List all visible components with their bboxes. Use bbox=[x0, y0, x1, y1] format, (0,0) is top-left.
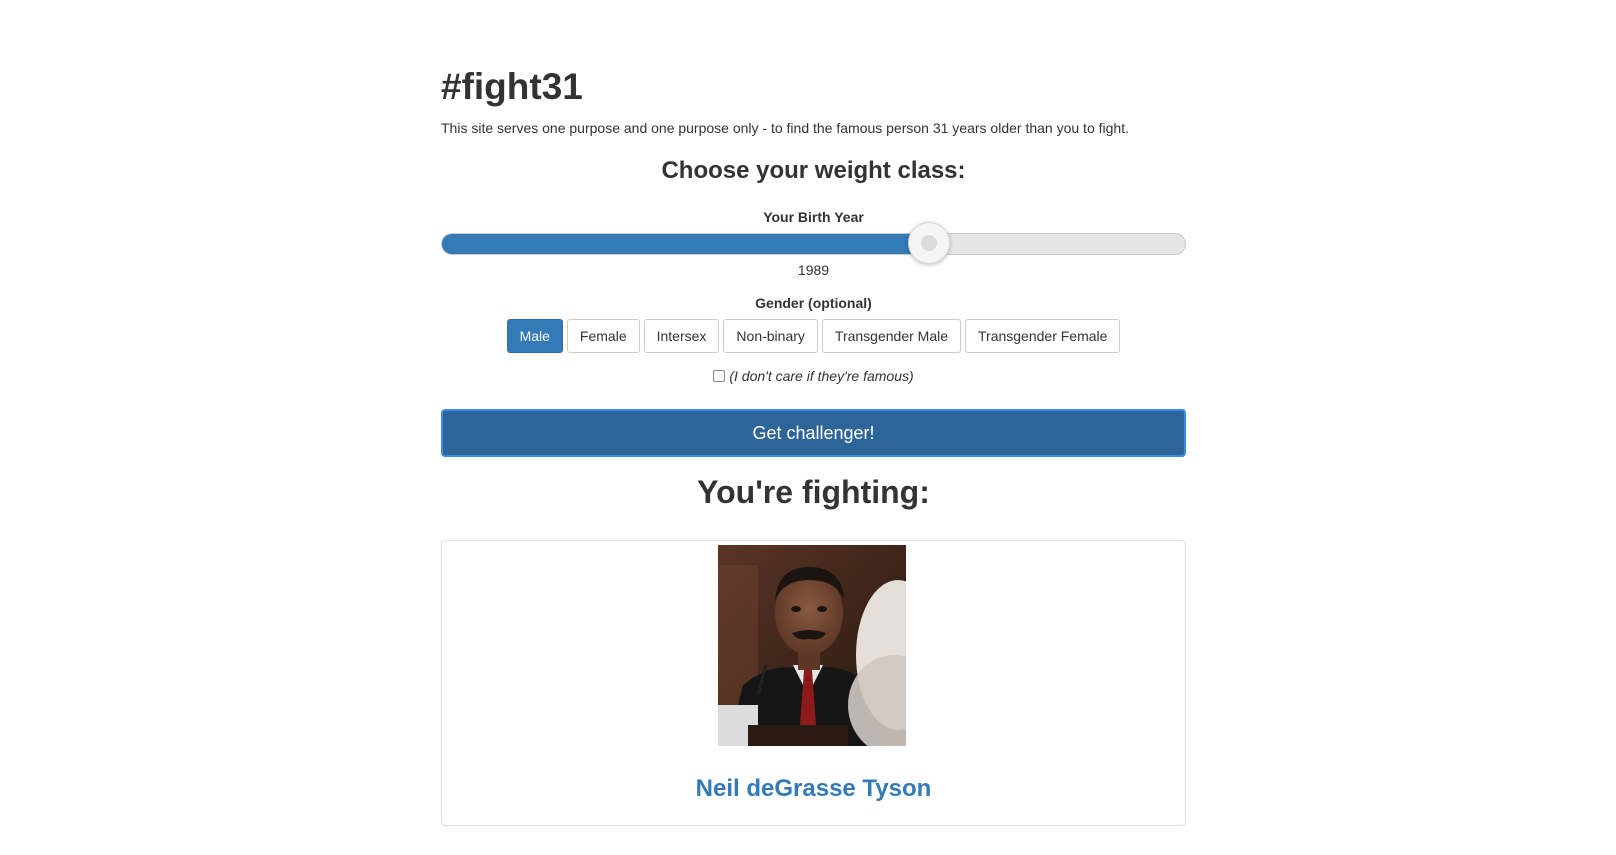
birth-year-value: 1989 bbox=[797, 262, 830, 278]
birth-year-slider[interactable] bbox=[441, 222, 1186, 264]
get-challenger-button[interactable]: Get challenger! bbox=[441, 409, 1186, 457]
famous-checkbox[interactable] bbox=[713, 370, 726, 382]
fighting-heading: You're fighting: bbox=[697, 474, 930, 510]
slider-fill bbox=[442, 234, 929, 254]
gender-label: Gender (optional) bbox=[755, 295, 872, 311]
tagline: This site serves one purpose and one pur… bbox=[441, 120, 1129, 136]
gender-button-group: Male Female Intersex Non-binary Transgen… bbox=[441, 319, 1186, 353]
gender-intersex-button[interactable]: Intersex bbox=[643, 319, 720, 353]
challenger-photo-art bbox=[718, 545, 906, 746]
weight-class-heading: Choose your weight class: bbox=[661, 157, 966, 184]
famous-checkbox-label[interactable]: (I don't care if they're famous) bbox=[729, 368, 913, 384]
gender-male-button[interactable]: Male bbox=[506, 319, 563, 353]
slider-handle[interactable] bbox=[908, 222, 950, 264]
gender-trans-female-button[interactable]: Transgender Female bbox=[965, 319, 1121, 353]
challenger-photo bbox=[718, 545, 906, 746]
famous-toggle-row: (I don't care if they're famous) bbox=[441, 366, 1186, 386]
gender-nonbinary-button[interactable]: Non-binary bbox=[723, 319, 818, 353]
challenger-card: Neil deGrasse Tyson bbox=[441, 540, 1186, 826]
gender-female-button[interactable]: Female bbox=[566, 319, 640, 353]
gender-trans-male-button[interactable]: Transgender Male bbox=[821, 319, 961, 353]
site-title: #fight31 bbox=[441, 66, 583, 107]
birth-year-label: Your Birth Year bbox=[763, 209, 864, 225]
challenger-name-link[interactable]: Neil deGrasse Tyson bbox=[442, 773, 1185, 805]
